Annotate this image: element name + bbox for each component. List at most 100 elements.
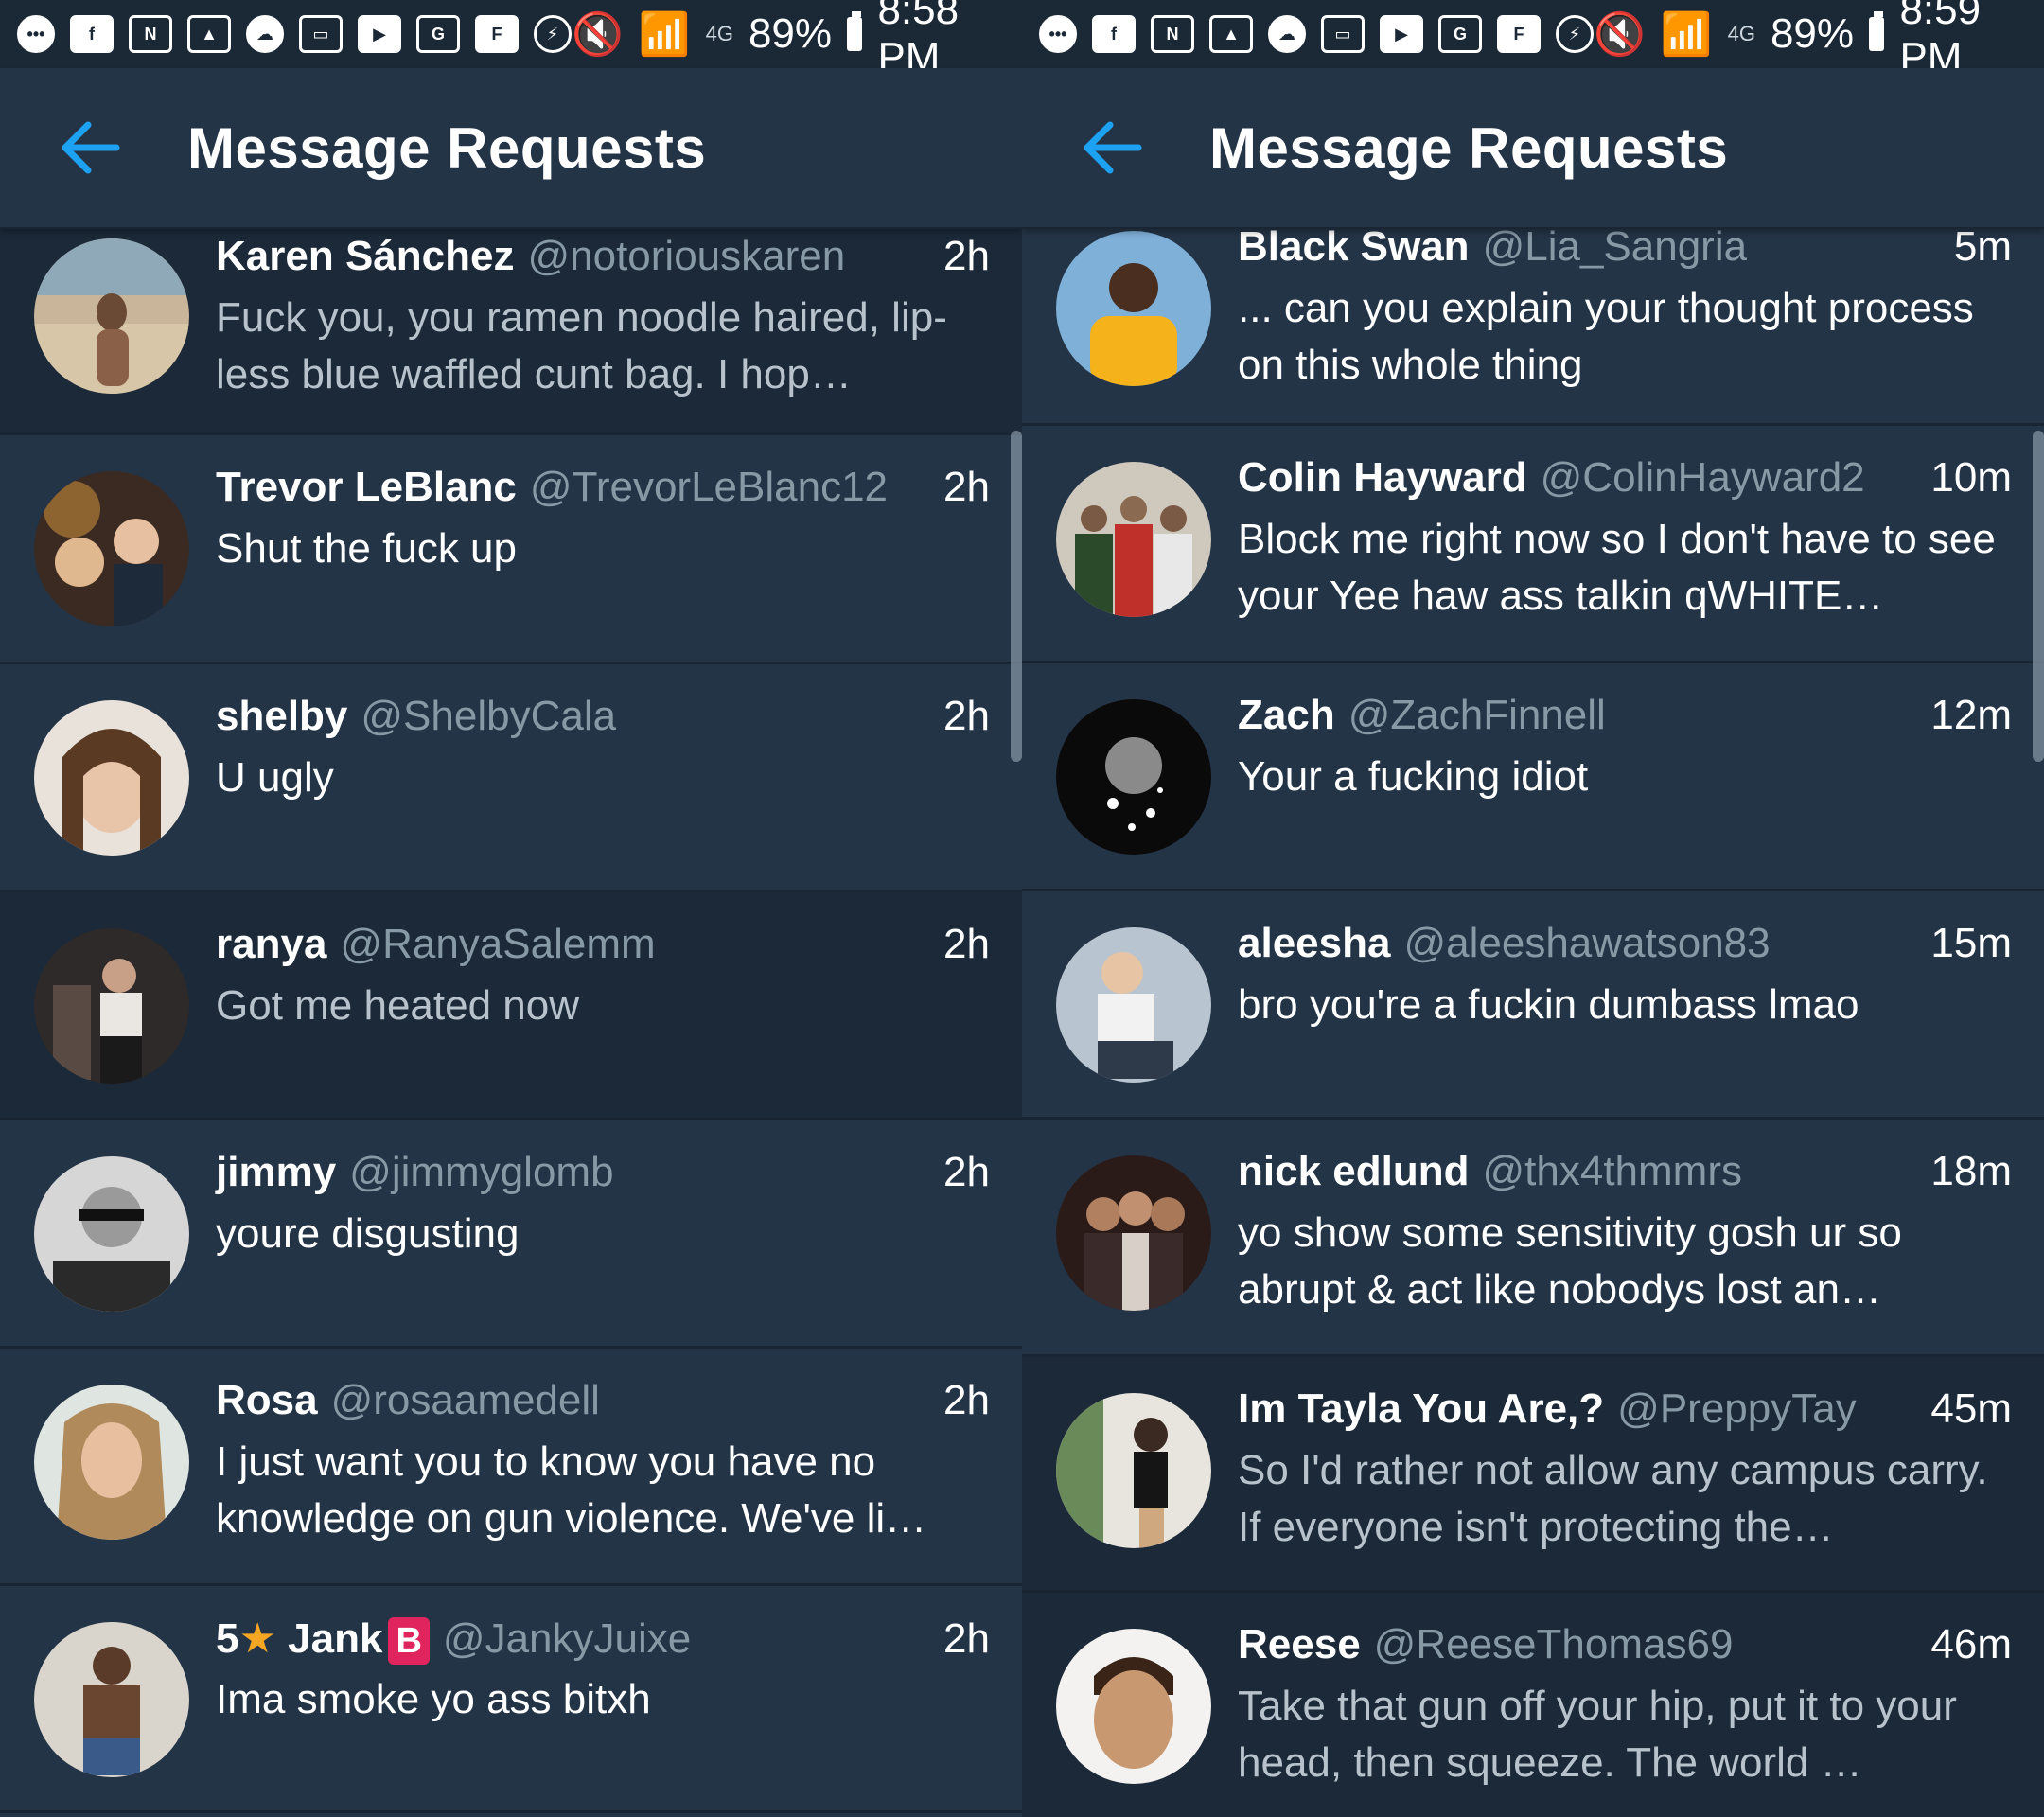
message-request-item[interactable]: Black Swan @Lia_Sangria 5m ... can you exp…: [1022, 223, 2044, 426]
sender-name: Rosa: [216, 1377, 318, 1423]
news-icon: N: [1151, 15, 1194, 53]
message-preview: Got me heated now: [216, 982, 580, 1029]
news-icon: N: [129, 15, 172, 53]
name-prefix: 5: [216, 1615, 239, 1662]
message-preview: U ugly: [216, 754, 334, 801]
timestamp: 2h: [943, 464, 990, 510]
message-request-list: Black Swan @Lia_Sangria 5m ... can you exp…: [1022, 223, 2044, 1817]
notification-icons: ••• f N ▲ ☁ ▭ ▶ G F ⚡: [17, 15, 572, 53]
timestamp: 12m: [1930, 692, 2012, 738]
message-request-item[interactable]: Colin Hayward @ColinHayward2 10m Block me …: [1022, 426, 2044, 663]
message-request-item[interactable]: nick edlund @thx4thmmrs 18m yo show some s…: [1022, 1120, 2044, 1357]
timestamp: 2h: [943, 1615, 990, 1662]
wifi-icon: 📶: [638, 11, 691, 58]
avatar: [1056, 1629, 1211, 1784]
sender-name: Colin Hayward: [1238, 454, 1527, 501]
sender-name: Karen Sánchez: [216, 233, 515, 279]
avatar: [34, 1385, 189, 1540]
message-request-item[interactable]: shelby @ShelbyCala 2h U ugly: [0, 664, 1022, 892]
message-request-item[interactable]: Karen Sánchez @notoriouskaren 2h Fuck you,…: [0, 229, 1022, 435]
message-request-item[interactable]: Zach @ZachFinnell 12m Your a fucking idiot: [1022, 663, 2044, 891]
avatar: [34, 238, 189, 394]
message-preview: Ima smoke yo ass bitxh: [216, 1676, 651, 1722]
timestamp: 5m: [1953, 223, 2012, 270]
message-preview: I just want you to know you have no know…: [216, 1438, 927, 1542]
page-title: Message Requests: [1209, 115, 1729, 180]
sender-handle: @ZachFinnell: [1348, 692, 1606, 738]
sender-name: ranya: [216, 921, 327, 967]
status-bar: ••• f N ▲ ☁ ▭ ▶ G F ⚡ 🔇 📶 4G 89% 8:59 PM: [1022, 0, 2044, 80]
battery-percent: 89%: [1770, 10, 1855, 57]
timestamp: 2h: [943, 1149, 990, 1195]
avatar: [1056, 462, 1211, 617]
battery-icon: [1869, 11, 1885, 51]
scrollbar[interactable]: [2033, 431, 2044, 762]
message-request-item[interactable]: 5★ Jank B @JankyJuixe 2h Ima smoke yo ass b…: [0, 1586, 1022, 1813]
network-type: 4G: [1727, 22, 1755, 45]
avatar: [1056, 927, 1211, 1083]
sender-name: nick edlund: [1238, 1148, 1470, 1194]
cloud-icon: ☁: [1268, 15, 1306, 53]
message-preview: Fuck you, you ramen noodle haired, lip-l…: [216, 294, 947, 397]
app-header: Message Requests: [1022, 68, 2044, 229]
avatar: [1056, 1155, 1211, 1311]
message-request-item[interactable]: ranya @RanyaSalemm 2h Got me heated now: [0, 892, 1022, 1120]
avatar: [34, 1622, 189, 1777]
youtube-icon: ▶: [358, 15, 401, 53]
message-request-item[interactable]: jimmy @jimmyglomb 2h youre disgusting: [0, 1120, 1022, 1349]
more-icon: •••: [17, 15, 55, 53]
image-icon: ▲: [1209, 15, 1253, 53]
message-preview: Your a fucking idiot: [1238, 753, 1589, 800]
avatar: [1056, 1393, 1211, 1548]
page-title: Message Requests: [187, 115, 707, 180]
sender-name: shelby: [216, 693, 348, 739]
scrollbar[interactable]: [1011, 431, 1022, 762]
message-preview: Shut the fuck up: [216, 525, 517, 572]
message-request-item[interactable]: Reese @ReeseThomas69 46m Take that gun off…: [1022, 1593, 2044, 1817]
screen-icon: ▭: [1321, 15, 1365, 53]
app-icon: G: [1438, 15, 1482, 53]
back-arrow-icon: [1084, 121, 1142, 174]
image-icon: ▲: [187, 15, 231, 53]
message-request-item[interactable]: Trevor LeBlanc @TrevorLeBlanc12 2h Shut th…: [0, 435, 1022, 664]
sender-handle: @ShelbyCala: [361, 693, 617, 739]
sender-name: aleesha: [1238, 920, 1391, 966]
message-request-item[interactable]: Rosa @rosaamedell 2h I just want you to kn…: [0, 1349, 1022, 1586]
back-button[interactable]: [38, 96, 142, 200]
sender-name: Im Tayla You Are,?: [1238, 1385, 1605, 1432]
message-request-item[interactable]: aleesha @aleeshawatson83 15m bro you're a …: [1022, 891, 2044, 1120]
timestamp: 2h: [943, 233, 990, 279]
facebook-icon: f: [1092, 15, 1136, 53]
sender-handle: @ColinHayward2: [1540, 454, 1865, 501]
network-type: 4G: [705, 22, 733, 45]
sender-name: Black Swan: [1238, 223, 1470, 270]
sender-handle: @Lia_Sangria: [1482, 223, 1748, 270]
back-arrow-icon: [62, 121, 120, 174]
flipboard-icon: F: [1497, 15, 1541, 53]
avatar: [34, 471, 189, 626]
status-bar: ••• f N ▲ ☁ ▭ ▶ G F ⚡ 🔇 📶 4G 89% 8:58 PM: [0, 0, 1022, 80]
timestamp: 2h: [943, 921, 990, 967]
sender-handle: @aleeshawatson83: [1403, 920, 1771, 966]
message-preview: ... can you explain your thought process…: [1238, 285, 1974, 388]
star-icon: ★: [238, 1615, 276, 1662]
app-icon: G: [416, 15, 460, 53]
back-button[interactable]: [1060, 96, 1164, 200]
sender-handle: @RanyaSalemm: [340, 921, 656, 967]
wifi-icon: 📶: [1660, 11, 1713, 58]
sender-name: Reese: [1238, 1621, 1361, 1667]
screen-icon: ▭: [299, 15, 343, 53]
timestamp: 45m: [1930, 1385, 2012, 1432]
message-request-item[interactable]: Im Tayla You Are,? @PreppyTay 45m So I'd r…: [1022, 1357, 2044, 1593]
sender-handle: @JankyJuixe: [442, 1615, 692, 1662]
flipboard-icon: F: [475, 15, 519, 53]
battery-icon: [847, 11, 863, 51]
message-preview: Block me right now so I don't have to se…: [1238, 516, 1996, 619]
timestamp: 2h: [943, 693, 990, 739]
mute-icon: 🔇: [1594, 11, 1646, 58]
timestamp: 18m: [1930, 1148, 2012, 1194]
facebook-icon: f: [70, 15, 114, 53]
message-preview: youre disgusting: [216, 1210, 520, 1257]
sender-handle: @rosaamedell: [330, 1377, 600, 1423]
sender-handle: @thx4thmmrs: [1482, 1148, 1742, 1194]
